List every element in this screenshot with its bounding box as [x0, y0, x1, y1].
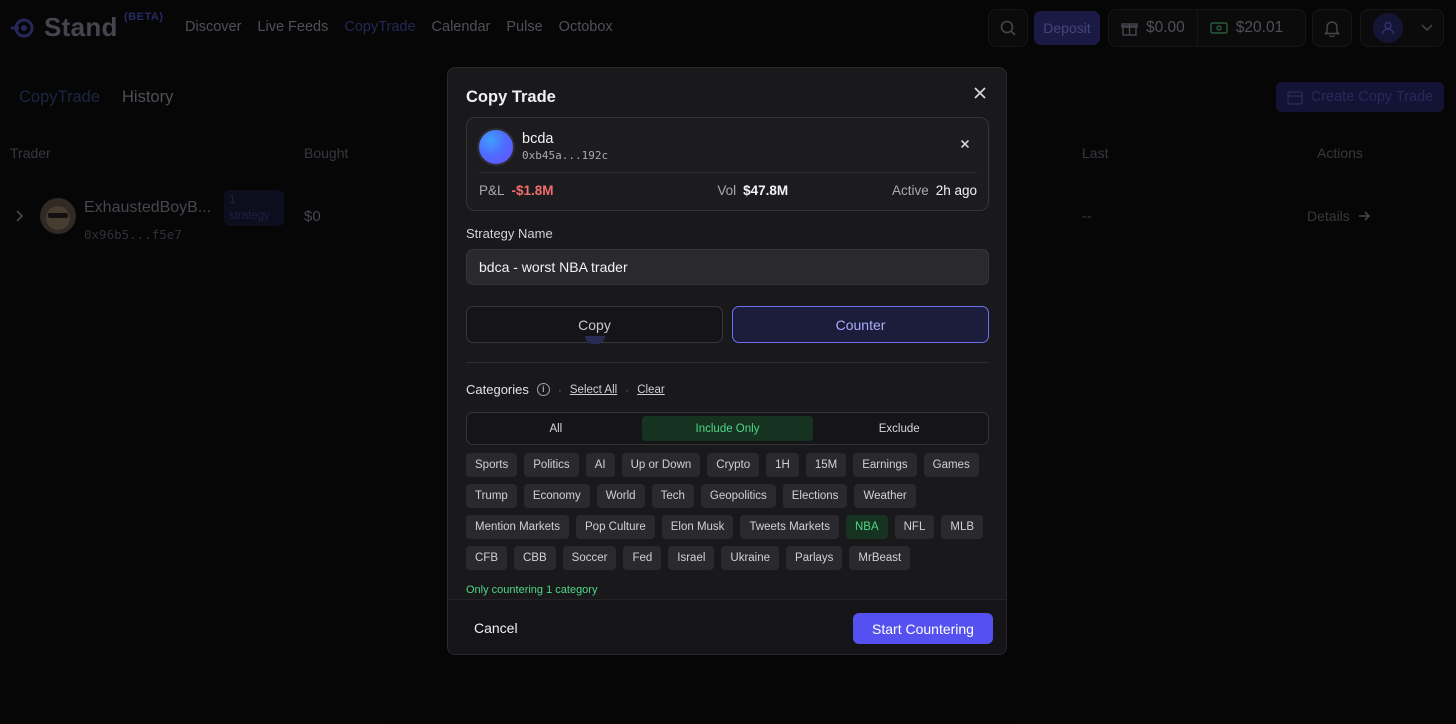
category-chip-mlb[interactable]: MLB [941, 515, 984, 539]
pnl-value: -$1.8M [511, 183, 554, 198]
pnl-stat: P&L -$1.8M [479, 183, 554, 198]
close-icon [960, 139, 970, 149]
strategy-name-label: Strategy Name [466, 226, 553, 241]
info-icon[interactable]: i [536, 383, 550, 396]
category-filter-tabs: All Include Only Exclude [466, 412, 989, 445]
filter-tab-include-only[interactable]: Include Only [641, 416, 814, 441]
active-stat: Active 2h ago [892, 183, 977, 198]
category-chips: Sports Politics AI Up or Down Crypto 1H 15M Ear… [466, 453, 996, 570]
category-chip-fed[interactable]: Fed [623, 546, 662, 570]
close-button[interactable] [970, 84, 990, 104]
vol-label: Vol [717, 183, 737, 198]
category-chip-soccer[interactable]: Soccer [562, 546, 617, 570]
category-chip-cbb[interactable]: CBB [514, 546, 556, 570]
category-chip-elon-musk[interactable]: Elon Musk [661, 515, 734, 539]
category-chip-1h[interactable]: 1H [766, 453, 799, 477]
modal-title: Copy Trade [466, 88, 556, 106]
category-chip-israel[interactable]: Israel [668, 546, 715, 570]
card-divider [479, 172, 977, 173]
categories-header: Categories i · Select All · Clear [466, 382, 665, 397]
category-chip-games[interactable]: Games [923, 453, 979, 477]
category-chip-cfb[interactable]: CFB [466, 546, 507, 570]
modal-footer: Cancel Start Countering [448, 599, 1006, 654]
category-chip-geopolitics[interactable]: Geopolitics [700, 484, 776, 508]
category-chip-elections[interactable]: Elections [782, 484, 848, 508]
category-chip-ai[interactable]: AI [585, 453, 615, 477]
category-chip-tech[interactable]: Tech [651, 484, 694, 508]
vol-stat: Vol $47.8M [717, 183, 788, 198]
clear-link[interactable]: Clear [637, 384, 664, 396]
trader-card-address: 0xb45a...192c [522, 149, 609, 162]
category-chip-mention-markets[interactable]: Mention Markets [466, 515, 570, 539]
section-divider [466, 362, 989, 363]
filter-tab-all[interactable]: All [470, 416, 642, 441]
category-chip-crypto[interactable]: Crypto [707, 453, 760, 477]
category-chip-trump[interactable]: Trump [466, 484, 517, 508]
separator-dot: · [557, 382, 562, 397]
category-chip-nfl[interactable]: NFL [894, 515, 935, 539]
category-chip-politics[interactable]: Politics [524, 453, 579, 477]
category-chip-economy[interactable]: Economy [523, 484, 590, 508]
categories-label: Categories [466, 382, 529, 397]
remove-trader-button[interactable] [956, 136, 974, 154]
category-chip-earnings[interactable]: Earnings [853, 453, 917, 477]
select-all-link[interactable]: Select All [570, 384, 617, 396]
trader-card-name: bcda [522, 131, 554, 147]
trader-card: bcda 0xb45a...192c P&L -$1.8M Vol $47.8M A… [466, 117, 989, 211]
active-value: 2h ago [935, 183, 977, 198]
category-chip-weather[interactable]: Weather [854, 484, 916, 508]
active-label: Active [891, 183, 929, 198]
category-chip-mrbeast[interactable]: MrBeast [849, 546, 911, 570]
category-chip-ukraine[interactable]: Ukraine [721, 546, 780, 570]
category-chip-15m[interactable]: 15M [805, 453, 847, 477]
separator-dot: · [625, 382, 630, 397]
category-chip-parlays[interactable]: Parlays [786, 546, 843, 570]
category-chip-world[interactable]: World [596, 484, 645, 508]
category-chip-tweets-markets[interactable]: Tweets Markets [740, 515, 839, 539]
filter-tab-exclude[interactable]: Exclude [813, 416, 985, 441]
category-chip-sports[interactable]: Sports [466, 453, 518, 477]
start-countering-button[interactable]: Start Countering [853, 613, 993, 644]
category-chip-pop-culture[interactable]: Pop Culture [576, 515, 655, 539]
counter-mode-button[interactable]: Counter [732, 306, 989, 343]
selection-status: Only countering 1 category [466, 584, 598, 596]
copy-trade-modal: Copy Trade bcda 0xb45a...192c P&L -$1.8M … [447, 67, 1007, 655]
category-chip-nba[interactable]: NBA [845, 515, 888, 539]
strategy-name-input[interactable] [466, 249, 989, 285]
trader-card-avatar [477, 128, 515, 166]
close-icon [974, 87, 986, 99]
category-chip-up-or-down[interactable]: Up or Down [621, 453, 701, 477]
vol-value: $47.8M [743, 183, 789, 198]
trader-stats: P&L -$1.8M Vol $47.8M Active 2h ago [479, 183, 977, 198]
pnl-label: P&L [479, 183, 505, 198]
cancel-button[interactable]: Cancel [474, 620, 518, 636]
